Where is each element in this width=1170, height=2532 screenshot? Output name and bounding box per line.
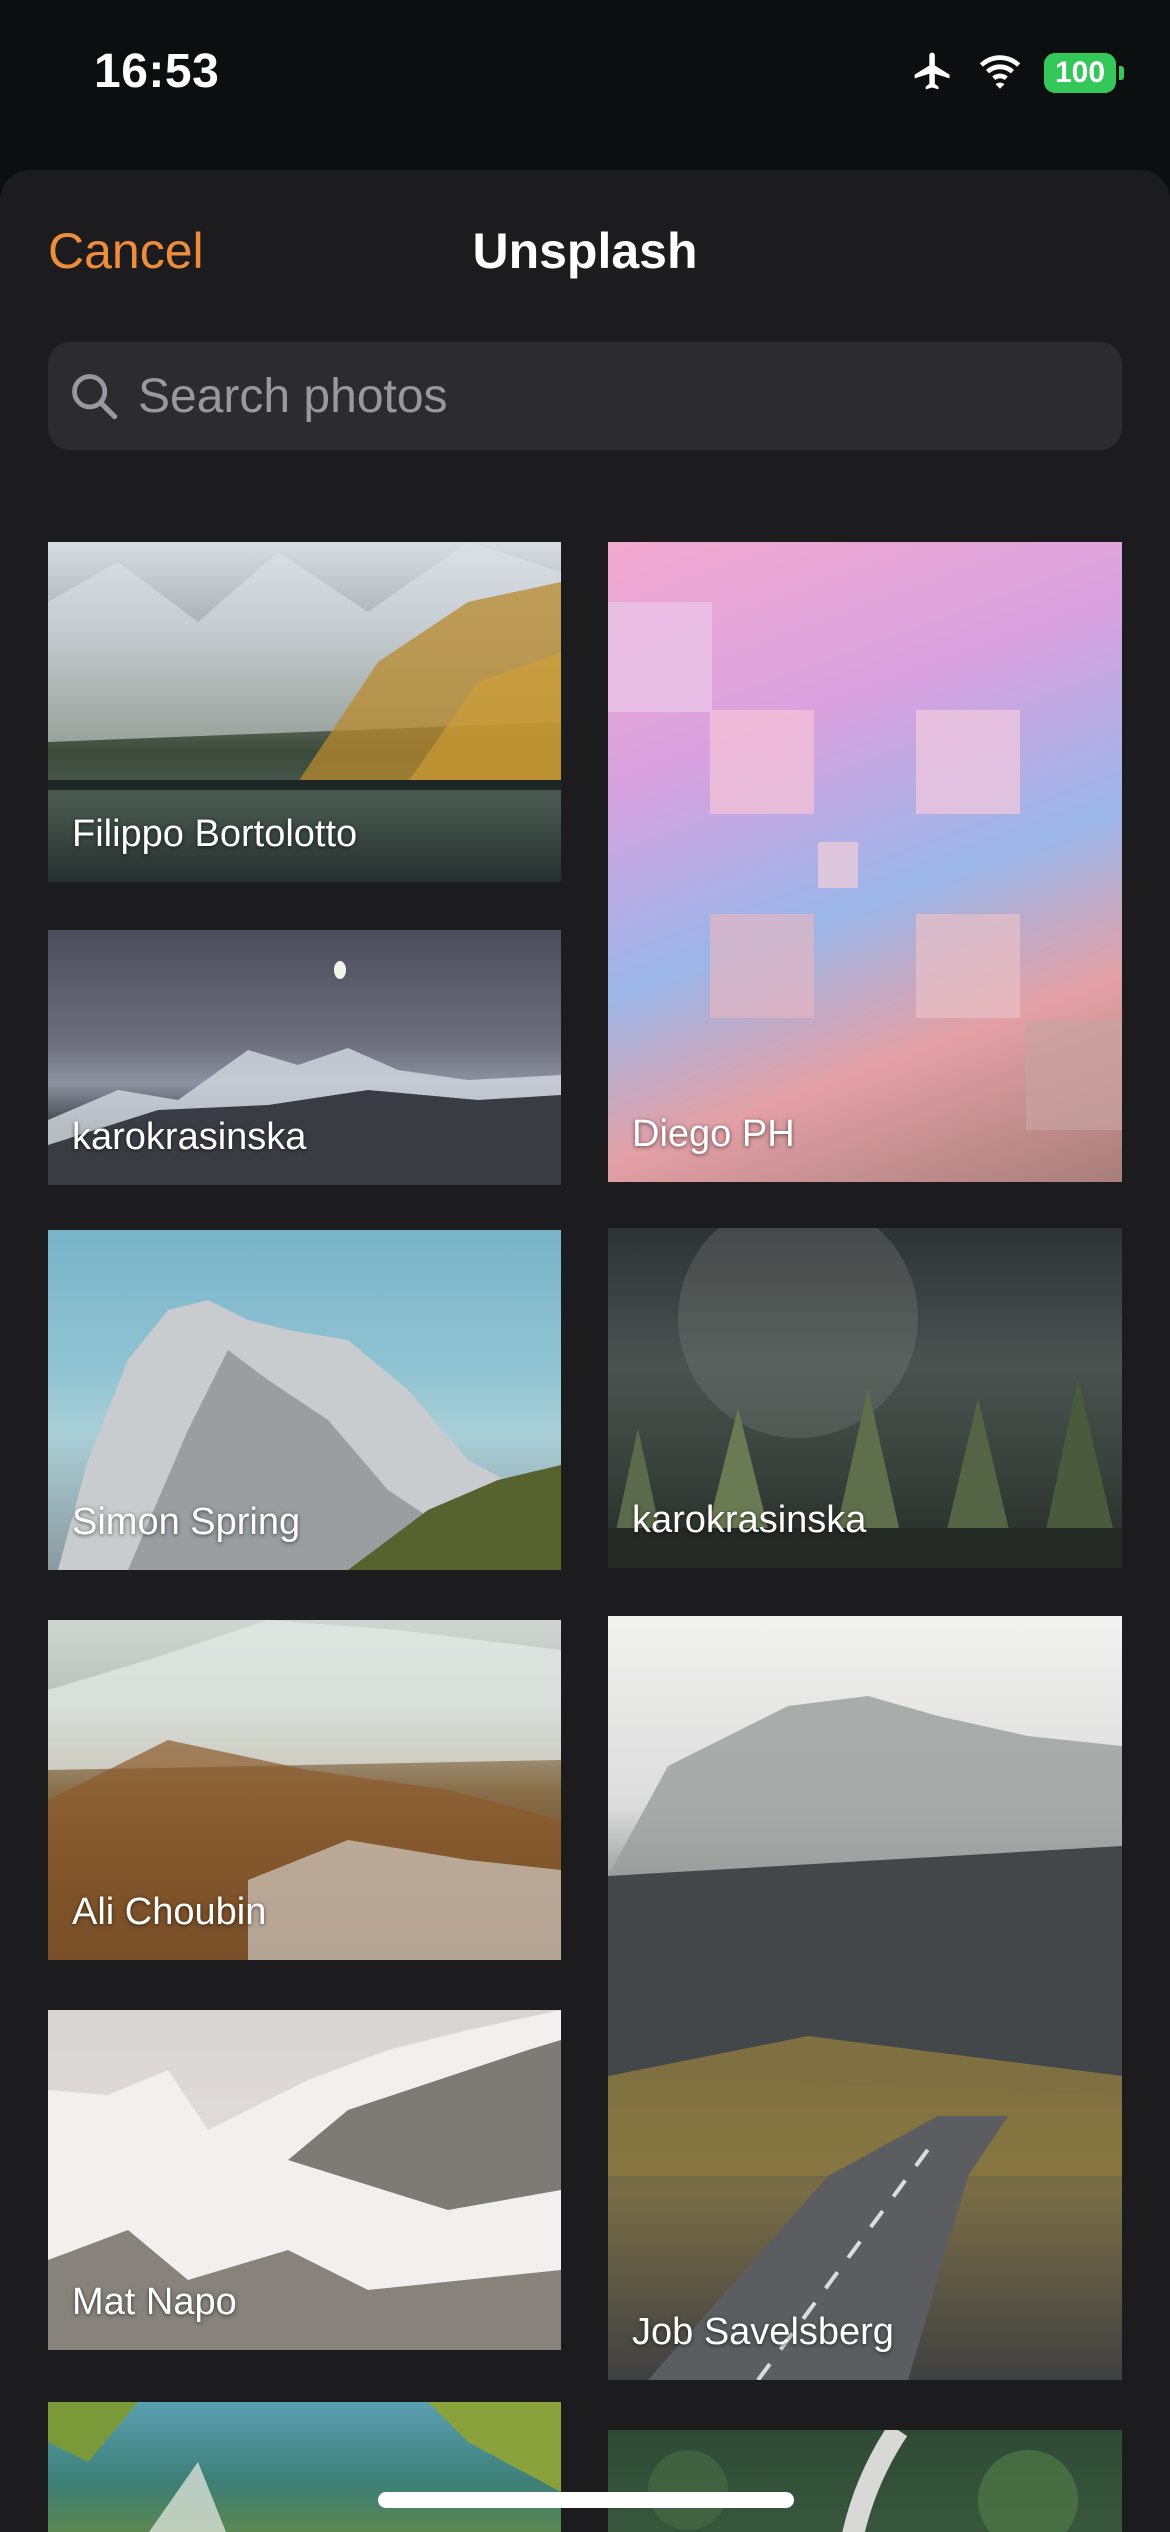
battery-level: 100 (1054, 56, 1106, 89)
photo-author: Simon Spring (72, 1501, 301, 1543)
photo-card[interactable]: Filippo Bortolotto (48, 542, 561, 882)
search-bar[interactable] (48, 342, 1122, 450)
photo-author: karokrasinska (72, 1116, 307, 1158)
photo-card[interactable]: Ali Choubin (48, 1620, 561, 1960)
photo-author: Job Savelsberg (632, 2311, 894, 2353)
photo-author: Mat Napo (72, 2281, 237, 2323)
status-time: 16:53 (94, 45, 220, 98)
photo-author: Filippo Bortolotto (72, 813, 358, 855)
airplane-mode-icon (910, 49, 956, 98)
status-icons: 100 (910, 48, 1124, 98)
photo-card[interactable] (608, 2430, 1122, 2532)
cancel-button[interactable]: Cancel (48, 222, 204, 280)
photo-image (608, 602, 1122, 1130)
wifi-icon (976, 52, 1024, 95)
photo-card[interactable]: Job Savelsberg (608, 1616, 1122, 2380)
photo-image (48, 2402, 561, 2532)
photo-card[interactable]: Diego PH (608, 542, 1122, 1182)
photo-image (608, 1696, 1122, 2380)
search-icon (72, 374, 118, 420)
photo-card[interactable] (48, 2402, 561, 2532)
photo-author: karokrasinska (632, 1499, 867, 1541)
unsplash-sheet: Cancel Unsplash Filippo Bortolotto karok… (0, 170, 1170, 2532)
photo-card[interactable]: Simon Spring (48, 1230, 561, 1570)
photo-card[interactable]: karokrasinska (608, 1228, 1122, 1568)
photo-author: Ali Choubin (72, 1891, 267, 1933)
photo-image (648, 2430, 1078, 2532)
battery-icon: 100 (1044, 53, 1124, 93)
photo-author: Diego PH (632, 1113, 795, 1155)
search-input[interactable] (138, 342, 1098, 450)
photo-card[interactable]: Mat Napo (48, 2010, 561, 2350)
home-indicator[interactable] (378, 2492, 794, 2508)
photo-card[interactable]: karokrasinska (48, 930, 561, 1185)
status-bar: 16:53 100 (0, 0, 1170, 170)
